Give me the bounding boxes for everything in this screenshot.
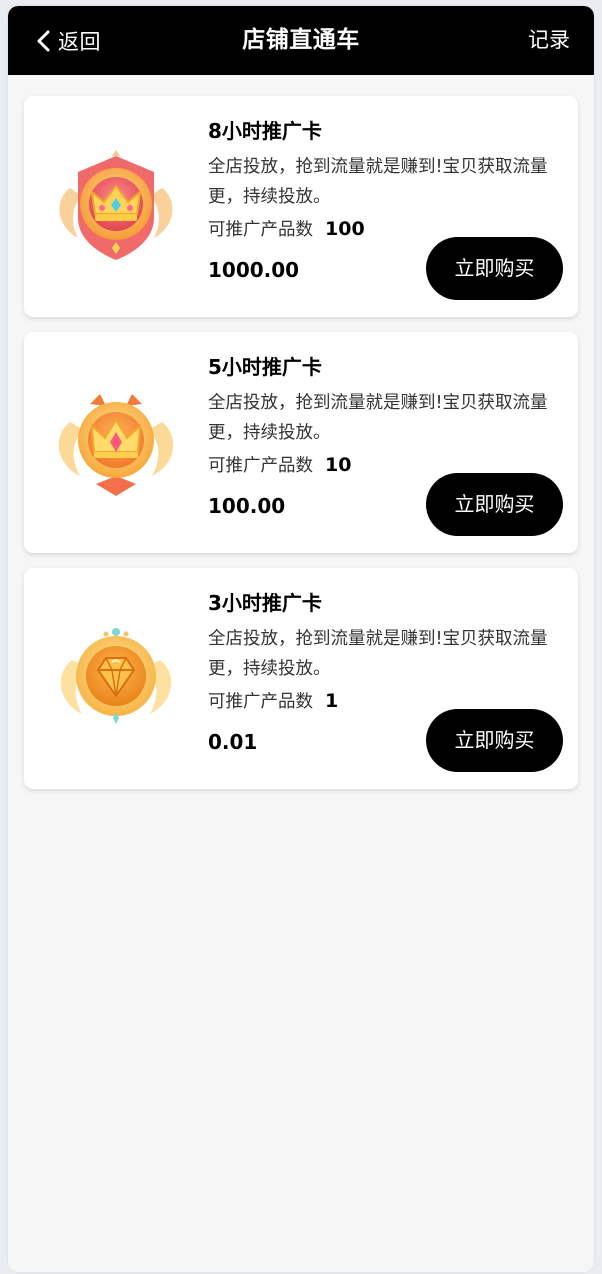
back-label: 返回 (58, 29, 101, 54)
promotable-product-count: 可推广产品数 10 (208, 452, 351, 477)
count-label: 可推广产品数 (208, 692, 313, 712)
card-price: 1000.00 (208, 258, 300, 282)
card-description: 全店投放，抢到流量就是赚到!宝贝获取流量更，持续投放。 (208, 393, 548, 443)
buy-now-button[interactable]: 立即购买 (426, 709, 563, 772)
back-button[interactable]: 返回 (36, 6, 101, 75)
count-value: 100 (325, 218, 365, 240)
crown-badge-icon (50, 148, 182, 266)
promotable-product-count: 可推广产品数 1 (208, 688, 338, 713)
card-price: 0.01 (208, 730, 258, 754)
chevron-left-icon (36, 30, 52, 52)
gold-crown-badge-icon (50, 384, 182, 502)
promotable-product-count: 可推广产品数 100 (208, 216, 365, 241)
card-title: 5小时推广卡 (208, 355, 322, 379)
top-navbar: 返回 店铺直通车 记录 (8, 6, 594, 75)
promotion-card: 5小时推广卡 全店投放，抢到流量就是赚到!宝贝获取流量更，持续投放。 可推广产品… (24, 332, 578, 553)
promotion-card-list: 8小时推广卡 全店投放，抢到流量就是赚到!宝贝获取流量更，持续投放。 可推广产品… (8, 75, 594, 789)
promotion-card: 3小时推广卡 全店投放，抢到流量就是赚到!宝贝获取流量更，持续投放。 可推广产品… (24, 568, 578, 789)
card-price: 100.00 (208, 494, 286, 518)
card-description: 全店投放，抢到流量就是赚到!宝贝获取流量更，持续投放。 (208, 629, 548, 679)
count-label: 可推广产品数 (208, 220, 313, 240)
card-title: 3小时推广卡 (208, 591, 322, 615)
buy-now-button[interactable]: 立即购买 (426, 473, 563, 536)
count-label: 可推广产品数 (208, 456, 313, 476)
promotion-card: 8小时推广卡 全店投放，抢到流量就是赚到!宝贝获取流量更，持续投放。 可推广产品… (24, 96, 578, 317)
count-value: 10 (325, 454, 352, 476)
buy-now-button[interactable]: 立即购买 (426, 237, 563, 300)
card-description: 全店投放，抢到流量就是赚到!宝贝获取流量更，持续投放。 (208, 157, 548, 207)
card-title: 8小时推广卡 (208, 119, 322, 143)
app-screen: 返回 店铺直通车 记录 8小时推广卡 全店投放，抢到流量就是赚到!宝贝获取流量更… (8, 6, 594, 1272)
record-button[interactable]: 记录 (528, 6, 570, 75)
diamond-badge-icon (50, 620, 182, 738)
count-value: 1 (325, 690, 339, 712)
